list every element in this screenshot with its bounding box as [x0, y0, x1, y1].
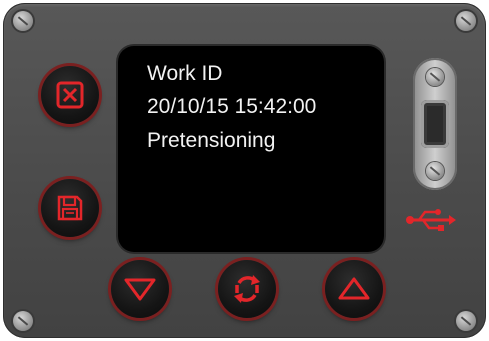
port-socket [421, 100, 449, 148]
timestamp-label: 20/10/15 15:42:00 [147, 95, 317, 118]
port-screw-icon [426, 162, 444, 180]
refresh-button[interactable] [218, 260, 276, 318]
cancel-button[interactable] [41, 66, 99, 124]
screw-icon [13, 11, 33, 31]
port-screw-icon [426, 68, 444, 86]
work-id-label: Work ID [147, 62, 223, 85]
lcd-display: Work ID 20/10/15 15:42:00 Pretensioning [118, 46, 384, 252]
screw-icon [456, 311, 476, 331]
up-button[interactable] [325, 260, 383, 318]
save-button[interactable] [41, 179, 99, 237]
device-panel: Work ID 20/10/15 15:42:00 Pretensioning [3, 3, 486, 338]
cancel-icon [55, 80, 85, 110]
serial-port [413, 58, 457, 190]
save-icon [55, 193, 85, 223]
up-arrow-icon [337, 276, 371, 302]
refresh-icon [229, 271, 265, 307]
status-label: Pretensioning [147, 129, 276, 152]
down-button[interactable] [111, 260, 169, 318]
screw-icon [456, 11, 476, 31]
usb-icon [405, 207, 457, 238]
down-arrow-icon [123, 276, 157, 302]
screw-icon [13, 311, 33, 331]
